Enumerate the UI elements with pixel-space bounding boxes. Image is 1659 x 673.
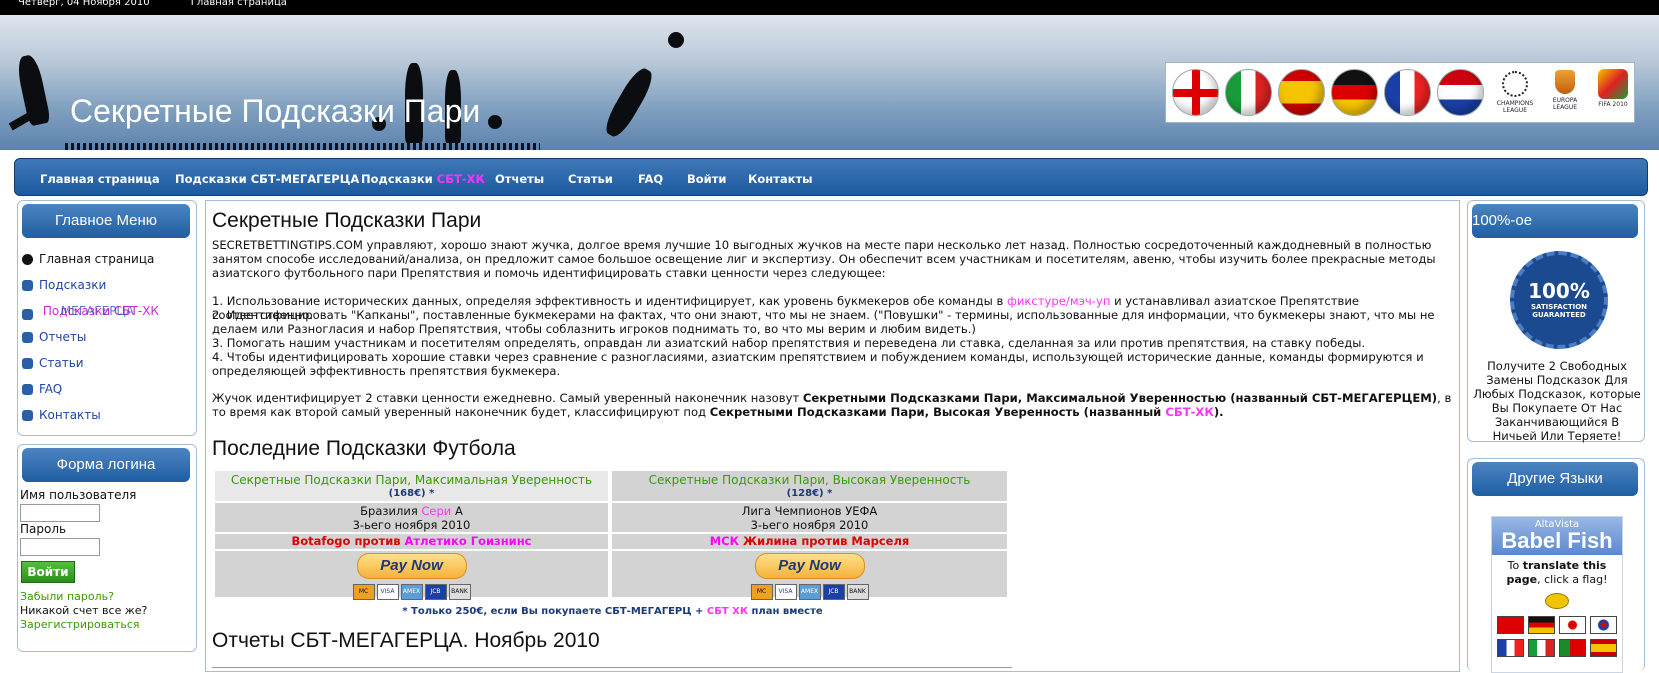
- spain-flag-icon[interactable]: [1278, 69, 1325, 116]
- play-icon: [22, 384, 33, 395]
- germany-flag-icon[interactable]: [1528, 616, 1555, 634]
- list-item-2: 2. Идентифицировать "Капканы", поставлен…: [212, 308, 1435, 336]
- main-menu-title: Главное Меню: [22, 204, 190, 238]
- fixture-link[interactable]: фикстуре/мэч-уп: [1007, 294, 1110, 308]
- guarantee-panel: 100%-ое 100% SATISFACTION GUARANTEED Пол…: [1467, 200, 1645, 443]
- menu-item-reports[interactable]: Отчеты: [22, 330, 86, 344]
- netherlands-flag-icon[interactable]: [1437, 69, 1484, 116]
- flags-box: CHAMPIONS LEAGUE EUROPA LEAGUE FIFA 2010: [1165, 62, 1635, 123]
- tip-header-high: Секретные Подсказки Пари, Высокая Уверен…: [612, 471, 1007, 501]
- england-flag-icon[interactable]: [1172, 69, 1219, 116]
- site-header: Секретные Подсказки Пари CHAMPIONS LEAGU…: [0, 15, 1659, 150]
- tip-pay-high: Pay Now MC VISA AMEX JCB BANK: [612, 551, 1007, 600]
- japan-flag-icon[interactable]: [1559, 616, 1586, 634]
- play-icon: [22, 254, 33, 265]
- pay-now-button[interactable]: Pay Now: [754, 553, 865, 579]
- main-content: Секретные Подсказки Пари SECRETBETTINGTI…: [205, 200, 1460, 672]
- europa-league-icon[interactable]: EUROPA LEAGUE: [1542, 67, 1588, 119]
- bundle-note: * Только 250€, если Вы покупаете СБТ-МЕГ…: [402, 606, 823, 617]
- translation-flags: [1492, 615, 1622, 661]
- nav-faq[interactable]: FAQ: [638, 172, 663, 186]
- top-bar: Четверг, 04 Ноября 2010 Главная страница: [0, 0, 1659, 15]
- france-flag-icon[interactable]: [1497, 639, 1524, 657]
- play-icon: [22, 332, 33, 343]
- satisfaction-guaranteed-seal-icon: 100% SATISFACTION GUARANTEED: [1510, 251, 1608, 349]
- menu-item-tips[interactable]: Подсказки: [22, 278, 106, 292]
- tip-league-max: Бразилия Сери А 3-ьего ноября 2010: [215, 503, 608, 532]
- languages-panel: Другие Языки AltaVista Babel Fish To tra…: [1467, 458, 1645, 673]
- tip-pay-max: Pay Now MC VISA AMEX JCB BANK: [215, 551, 608, 600]
- tip-league-high: Лига Чемпионов УЕФА 3-ьего ноября 2010: [612, 503, 1007, 532]
- menu-tips-mega-text: МЕГАГЕРЦА: [60, 304, 134, 318]
- nav-login[interactable]: Войти: [687, 172, 726, 186]
- germany-flag-icon[interactable]: [1331, 69, 1378, 116]
- site-title: Секретные Подсказки Пари: [70, 93, 481, 129]
- reports-title: Отчеты СБТ-МЕГАГЕРЦА. Ноябрь 2010: [212, 629, 600, 652]
- nav-contacts[interactable]: Контакты: [748, 172, 813, 186]
- play-icon: [22, 410, 33, 421]
- latest-tips-title: Последние Подсказки Футбола: [212, 437, 516, 460]
- menu-item-articles[interactable]: Статьи: [22, 356, 84, 370]
- world-cup-2010-icon[interactable]: FIFA 2010: [1590, 67, 1636, 119]
- guarantee-text: Получите 2 Свободных Замены Подсказок Дл…: [1473, 359, 1641, 443]
- username-label: Имя пользователя: [20, 488, 137, 502]
- spain-flag-icon[interactable]: [1590, 639, 1617, 657]
- nav-home[interactable]: Главная страница: [40, 172, 160, 186]
- italy-flag-icon[interactable]: [1225, 69, 1272, 116]
- menu-item-faq[interactable]: FAQ: [22, 382, 62, 396]
- tip-header-max: Секретные Подсказки Пари, Максимальная У…: [215, 471, 608, 501]
- play-icon: [22, 309, 33, 320]
- korea-flag-icon[interactable]: [1590, 616, 1617, 634]
- login-form-panel: Форма логина Имя пользователя Пароль Вой…: [17, 444, 197, 652]
- menu-item-home[interactable]: Главная страница: [22, 252, 154, 266]
- france-flag-icon[interactable]: [1384, 69, 1431, 116]
- list-item-4: 4. Чтобы идентифицировать хорошие ставки…: [212, 350, 1424, 378]
- password-input[interactable]: [20, 538, 100, 556]
- intro-paragraph: SECRETBETTINGTIPS.COM управляют, хорошо …: [212, 238, 1436, 280]
- payment-cards-icon: MC VISA AMEX JCB BANK: [612, 582, 1007, 600]
- main-navigation: Главная страница Подсказки СБТ-МЕГАГЕРЦА…: [14, 158, 1648, 196]
- play-icon: [22, 280, 33, 291]
- list-item-3: 3. Помогать нашим участникам и посетител…: [212, 336, 1366, 350]
- nav-articles[interactable]: Статьи: [568, 172, 613, 186]
- page-title: Секретные Подсказки Пари: [212, 209, 482, 232]
- daily-paragraph: Жучок идентифицирует 2 ставки ценности е…: [212, 391, 1452, 419]
- play-icon: [22, 358, 33, 369]
- babel-fish-widget: AltaVista Babel Fish To translate this p…: [1491, 516, 1623, 673]
- guarantee-title: 100%-ое: [1472, 204, 1638, 238]
- nav-tips-mega[interactable]: Подсказки СБТ-МЕГАГЕРЦА: [175, 172, 359, 186]
- china-flag-icon[interactable]: [1497, 616, 1524, 634]
- forgot-password-link[interactable]: Забыли пароль?: [20, 590, 114, 603]
- babel-instruction: To translate this page, click a flag!: [1506, 559, 1608, 586]
- babel-fish-icon: [1545, 593, 1569, 609]
- menu-item-tips-overlap[interactable]: Подсказки СБТ-ХК МЕГАГЕРЦА: [22, 304, 183, 321]
- menu-item-contacts[interactable]: Контакты: [22, 408, 101, 422]
- pay-now-button[interactable]: Pay Now: [356, 553, 467, 579]
- ball-silhouette: [668, 32, 684, 48]
- keeper-silhouette: [600, 64, 658, 141]
- ball-silhouette: [488, 115, 502, 129]
- login-button[interactable]: Войти: [21, 561, 75, 583]
- portugal-flag-icon[interactable]: [1559, 639, 1586, 657]
- nav-reports[interactable]: Отчеты: [495, 172, 544, 186]
- champions-league-icon[interactable]: CHAMPIONS LEAGUE: [1492, 67, 1538, 119]
- tip-match-max: Botafogo против Атлетико Гоизнинс: [215, 534, 608, 549]
- no-account-text: Никакой счет все же?: [20, 604, 148, 617]
- tip-match-high: МСК Жилина против Марселя: [612, 534, 1007, 549]
- payment-cards-icon: MC VISA AMEX JCB BANK: [215, 582, 608, 600]
- italy-flag-icon[interactable]: [1528, 639, 1555, 657]
- grass-strip: [65, 143, 540, 150]
- languages-title: Другие Языки: [1472, 462, 1638, 496]
- top-home-link[interactable]: Главная страница: [191, 0, 287, 8]
- main-menu-panel: Главное Меню Главная страница Подсказки …: [17, 200, 197, 436]
- current-date: Четверг, 04 Ноября 2010: [18, 0, 150, 8]
- register-link[interactable]: Зарегистрироваться: [20, 618, 140, 631]
- login-form-title: Форма логина: [22, 448, 190, 482]
- password-label: Пароль: [20, 522, 67, 536]
- username-input[interactable]: [20, 504, 100, 522]
- nav-tips-hk[interactable]: Подсказки СБТ-ХК: [361, 172, 485, 186]
